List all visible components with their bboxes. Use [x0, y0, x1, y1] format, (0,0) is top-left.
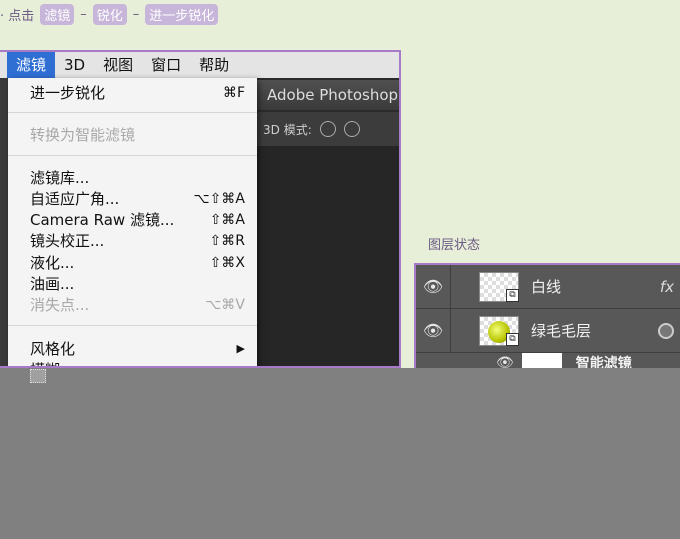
- orbit-icon[interactable]: [319, 121, 336, 137]
- breadcrumb-step-sharpen: 锐化: [92, 3, 127, 25]
- breadcrumb: · 点击 滤镜 – 锐化 – 进一步锐化: [0, 3, 219, 25]
- menu-item-label: 转换为智能滤镜: [30, 126, 136, 144]
- smart-filter-label: 智能滤镜: [575, 356, 632, 368]
- menu-item-label: 滤镜库...: [30, 169, 90, 187]
- breadcrumb-prefix: · 点击: [0, 8, 35, 24]
- menu-item-stylize[interactable]: 风格化 ▶: [8, 338, 257, 359]
- smart-object-icon: ⧉: [506, 332, 519, 346]
- layer-row-green-fur[interactable]: 👁 ⧉ 绿毛毛层: [416, 308, 680, 353]
- filter-menu: 进一步锐化 ⌘F 转换为智能滤镜 滤镜库... 自适应广角... ⌥⇧⌘A Ca…: [8, 78, 257, 366]
- link-icon[interactable]: [658, 322, 674, 339]
- menu-item-filter-gallery[interactable]: 滤镜库...: [8, 167, 257, 188]
- menu-3d[interactable]: 3D: [55, 52, 94, 78]
- menu-item-label: 油画...: [30, 275, 75, 293]
- menu-filter[interactable]: 滤镜: [7, 52, 56, 78]
- layer-name[interactable]: 绿毛毛层: [531, 320, 658, 341]
- smart-object-icon: ⧉: [506, 288, 519, 302]
- layer-thumbnail: ⧉: [479, 315, 519, 346]
- menu-item-camera-raw[interactable]: Camera Raw 滤镜... ⇧⌘A: [8, 209, 257, 230]
- menu-window[interactable]: 窗口: [142, 52, 190, 78]
- photoshop-window: 滤镜 3D 视图 窗口 帮助 Adobe Photoshop C 3D 模式: …: [0, 50, 401, 368]
- filter-mask-thumbnail: [521, 353, 562, 368]
- menu-item-label: 风格化: [30, 340, 76, 358]
- menu-divider: [8, 325, 257, 326]
- smart-filter-row[interactable]: 👁 智能滤镜: [416, 353, 680, 368]
- eye-icon[interactable]: 👁: [416, 321, 450, 340]
- menu-bar: 滤镜 3D 视图 窗口 帮助: [0, 52, 399, 78]
- menu-item-liquify[interactable]: 液化... ⇧⌘X: [8, 252, 257, 273]
- menu-item-shortcut: ⌘F: [222, 84, 245, 101]
- menu-item-vanishing-point: 消失点... ⌥⌘V: [8, 294, 257, 315]
- menu-item-label: Camera Raw 滤镜...: [30, 211, 175, 229]
- eye-icon[interactable]: 👁: [496, 355, 514, 368]
- app-title: Adobe Photoshop C: [257, 80, 399, 110]
- menu-help[interactable]: 帮助: [190, 52, 238, 78]
- menu-item-convert-smart-filter: 转换为智能滤镜: [8, 124, 257, 145]
- row-divider: [450, 308, 451, 353]
- breadcrumb-step-filter: 滤镜: [40, 3, 75, 25]
- breadcrumb-separator: –: [80, 6, 87, 22]
- menu-item-adaptive-wide-angle[interactable]: 自适应广角... ⌥⇧⌘A: [8, 188, 257, 209]
- menu-item-oil-paint[interactable]: 油画...: [8, 273, 257, 294]
- menu-item-shortcut: ⌥⌘V: [205, 296, 245, 313]
- layer-name[interactable]: 白线: [531, 276, 660, 297]
- breadcrumb-step-sharpen-more: 进一步锐化: [145, 3, 219, 25]
- 3d-mode-label: 3D 模式:: [263, 122, 312, 137]
- cursor-icon: [30, 369, 46, 383]
- menu-item-shortcut: ⇧⌘R: [209, 232, 245, 249]
- options-bar: 3D 模式:: [257, 112, 399, 146]
- menu-view[interactable]: 视图: [94, 52, 142, 78]
- menu-item-blur[interactable]: 模糊 ▶: [8, 359, 257, 366]
- menu-item-shortcut: ⇧⌘X: [209, 254, 245, 271]
- layer-row-white-line[interactable]: 👁 ⧉ 白线 fx: [416, 265, 680, 309]
- menu-item-label: 镜头校正...: [30, 232, 105, 250]
- menu-divider: [8, 155, 257, 156]
- breadcrumb-separator: –: [132, 6, 140, 22]
- menu-item-lens-correction[interactable]: 镜头校正... ⇧⌘R: [8, 230, 257, 251]
- eye-icon[interactable]: 👁: [416, 277, 450, 296]
- layers-panel: 👁 ⧉ 白线 fx 👁 ⧉ 绿毛毛层 👁 智能滤镜: [414, 263, 680, 368]
- bottom-gray-area: [0, 368, 680, 539]
- menu-item-label: 进一步锐化: [30, 84, 106, 102]
- layers-caption: 图层状态: [428, 238, 481, 253]
- menu-item-shortcut: ⇧⌘A: [209, 211, 245, 228]
- menu-item-label: 自适应广角...: [30, 190, 120, 208]
- menu-item-label: 液化...: [30, 254, 75, 272]
- submenu-arrow-icon: ▶: [236, 342, 245, 355]
- menu-item-sharpen-more[interactable]: 进一步锐化 ⌘F: [8, 82, 257, 103]
- menu-divider: [8, 112, 257, 113]
- menu-item-label: 消失点...: [30, 296, 90, 314]
- rotate-icon[interactable]: [343, 121, 360, 137]
- fx-icon[interactable]: fx: [660, 278, 674, 296]
- row-divider: [450, 265, 451, 309]
- menu-item-label: 模糊: [30, 359, 237, 366]
- menu-item-shortcut: ⌥⇧⌘A: [193, 190, 245, 207]
- layer-thumbnail: ⧉: [479, 271, 519, 302]
- canvas-area: [257, 146, 399, 366]
- toolbar-strip: [0, 78, 8, 366]
